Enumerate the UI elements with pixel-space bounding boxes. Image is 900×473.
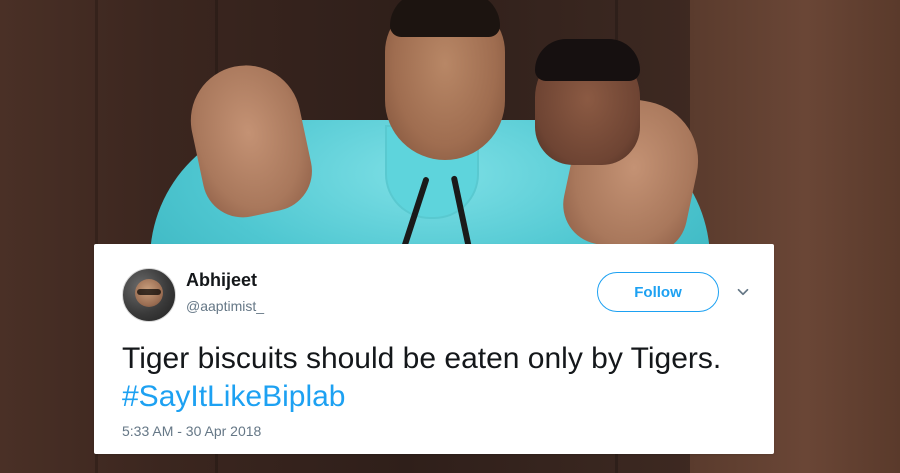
follow-button[interactable]: Follow bbox=[597, 272, 719, 312]
avatar[interactable] bbox=[122, 268, 176, 322]
tweet-body: Tiger biscuits should be eaten only by T… bbox=[122, 342, 722, 375]
tweet-card: Abhijeet @aaptimist_ Follow Tiger biscui… bbox=[94, 244, 774, 454]
background-person-hair bbox=[535, 39, 640, 81]
hashtag-link[interactable]: #SayItLikeBiplab bbox=[122, 378, 762, 416]
background-person bbox=[535, 39, 640, 165]
author-name[interactable]: Abhijeet bbox=[186, 270, 257, 291]
author-handle[interactable]: @aaptimist_ bbox=[186, 298, 264, 314]
chevron-down-icon[interactable] bbox=[734, 283, 752, 301]
tweet-text: Tiger biscuits should be eaten only by T… bbox=[122, 340, 762, 416]
speaker-hair bbox=[390, 0, 500, 37]
tweet-timestamp[interactable]: 5:33 AM - 30 Apr 2018 bbox=[122, 423, 261, 439]
